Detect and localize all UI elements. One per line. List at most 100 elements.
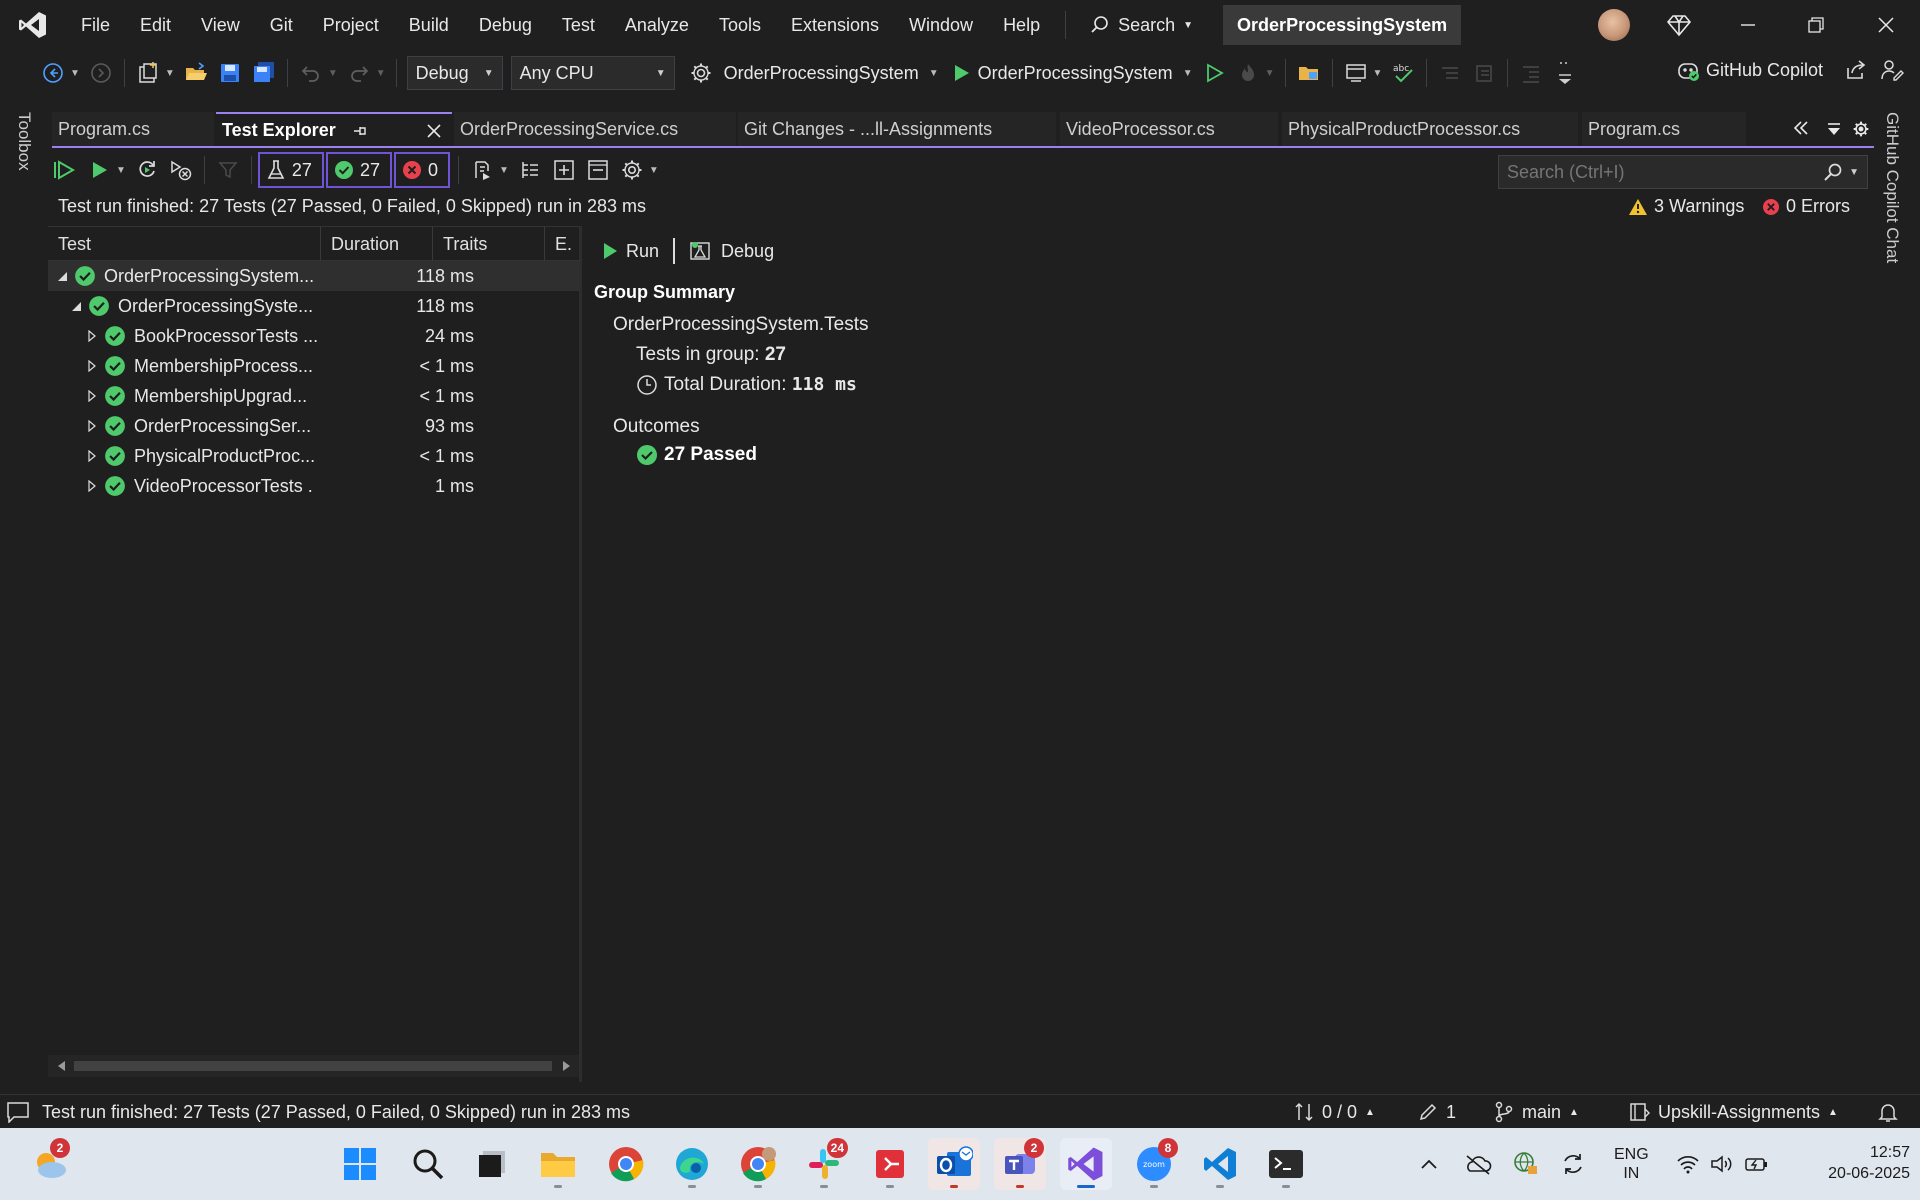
- vpn-tray-icon[interactable]: [1512, 1128, 1540, 1200]
- tree-node-test-class[interactable]: PhysicalProductProc... < 1 ms: [48, 441, 579, 471]
- tab-program-cs[interactable]: Program.cs: [52, 112, 214, 146]
- scroll-left-arrow-icon[interactable]: [56, 1060, 66, 1072]
- taskbar-weather-widget[interactable]: 2: [24, 1138, 76, 1190]
- tab-program-cs-2[interactable]: Program.cs: [1582, 112, 1746, 146]
- save-button[interactable]: [216, 57, 244, 89]
- collapsed-triangle-icon[interactable]: [84, 480, 100, 492]
- sync-tray-icon[interactable]: [1560, 1128, 1586, 1200]
- tree-node-test-class[interactable]: MembershipUpgrad... < 1 ms: [48, 381, 579, 411]
- run-group-button[interactable]: Run: [602, 241, 659, 262]
- tab-video-processor-cs[interactable]: VideoProcessor.cs: [1060, 112, 1278, 146]
- run-target-label[interactable]: OrderProcessingSystem: [978, 63, 1173, 84]
- chevron-down-icon[interactable]: ▼: [1265, 68, 1275, 79]
- tree-horizontal-scrollbar[interactable]: [48, 1055, 579, 1077]
- navigate-forward-button[interactable]: [87, 57, 115, 89]
- toolbar-overflow-button[interactable]: [1551, 57, 1579, 89]
- expanded-triangle-icon[interactable]: [68, 300, 84, 312]
- scrollbar-thumb[interactable]: [74, 1061, 552, 1071]
- collapsed-triangle-icon[interactable]: [84, 330, 100, 342]
- taskbar-teams[interactable]: 2: [994, 1138, 1046, 1190]
- feedback-button[interactable]: [1880, 58, 1904, 82]
- startup-project-select[interactable]: OrderProcessingSystem: [724, 63, 919, 84]
- chevron-down-icon[interactable]: ▼: [499, 165, 509, 176]
- comment-button[interactable]: [1436, 57, 1464, 89]
- chevron-down-icon[interactable]: ▼: [1849, 167, 1859, 178]
- passed-tests-counter[interactable]: 27: [325, 152, 392, 188]
- tree-node-test-class[interactable]: VideoProcessorTests . 1 ms: [48, 471, 579, 501]
- git-repository-status[interactable]: Upskill-Assignments ▲: [1628, 1095, 1838, 1129]
- cancel-run-button[interactable]: [167, 154, 195, 186]
- taskbar-file-explorer[interactable]: [532, 1138, 584, 1190]
- debug-group-button[interactable]: Debug: [689, 240, 774, 262]
- taskbar-search-button[interactable]: [402, 1138, 454, 1190]
- input-language-indicator[interactable]: ENG IN: [1614, 1128, 1649, 1200]
- failed-tests-counter[interactable]: 0: [393, 152, 450, 188]
- git-sync-status[interactable]: 0 / 0 ▲: [1294, 1095, 1375, 1129]
- search-icon[interactable]: [1823, 162, 1843, 182]
- menu-window[interactable]: Window: [894, 0, 988, 50]
- taskbar-task-view-button[interactable]: [466, 1138, 518, 1190]
- run-tests-button[interactable]: [85, 154, 113, 186]
- share-button[interactable]: [1844, 58, 1868, 82]
- start-debugging-button[interactable]: [947, 57, 975, 89]
- collapsed-triangle-icon[interactable]: [84, 420, 100, 432]
- pin-icon[interactable]: [352, 114, 368, 146]
- undo-button[interactable]: [297, 57, 325, 89]
- menu-edit[interactable]: Edit: [125, 0, 186, 50]
- chevron-down-icon[interactable]: ▼: [929, 68, 939, 79]
- close-icon[interactable]: [426, 114, 442, 146]
- notifications-button[interactable]: [1878, 1095, 1898, 1129]
- group-by-button[interactable]: [516, 154, 544, 186]
- pending-changes-status[interactable]: 1: [1418, 1095, 1456, 1129]
- tree-node-test-namespace[interactable]: OrderProcessingSyste... 118 ms: [48, 291, 579, 321]
- expand-all-button[interactable]: [550, 154, 578, 186]
- open-file-button[interactable]: [182, 57, 210, 89]
- taskbar-visual-studio[interactable]: [1060, 1138, 1112, 1190]
- copilot-chat-side-tab[interactable]: GitHub Copilot Chat: [1882, 112, 1902, 263]
- chevron-down-icon[interactable]: ▼: [376, 68, 386, 79]
- menu-help[interactable]: Help: [988, 0, 1055, 50]
- quick-settings-button[interactable]: [1676, 1128, 1770, 1200]
- taskbar-chrome[interactable]: [600, 1138, 652, 1190]
- taskbar-vscode[interactable]: [1194, 1138, 1246, 1190]
- menu-build[interactable]: Build: [394, 0, 464, 50]
- taskbar-slack[interactable]: 24: [798, 1138, 850, 1190]
- taskbar-terminal[interactable]: [1260, 1138, 1312, 1190]
- tab-git-changes[interactable]: Git Changes - ...ll-Assignments: [738, 112, 1056, 146]
- menu-project[interactable]: Project: [308, 0, 394, 50]
- save-all-button[interactable]: [250, 57, 278, 89]
- chevron-down-icon[interactable]: ▼: [328, 68, 338, 79]
- errors-indicator[interactable]: 0 Errors: [1762, 196, 1850, 217]
- minimize-button[interactable]: [1718, 0, 1778, 50]
- playlist-button[interactable]: [468, 154, 496, 186]
- chevron-down-icon[interactable]: ▼: [1373, 68, 1383, 79]
- menu-test[interactable]: Test: [547, 0, 610, 50]
- warnings-indicator[interactable]: 3 Warnings: [1628, 196, 1744, 217]
- spell-check-button[interactable]: abc: [1389, 57, 1417, 89]
- tree-node-test-class[interactable]: BookProcessorTests ... 24 ms: [48, 321, 579, 351]
- indent-button[interactable]: [1517, 57, 1545, 89]
- total-tests-counter[interactable]: 27: [257, 152, 324, 188]
- chevron-down-icon[interactable]: ▼: [70, 68, 80, 79]
- github-copilot-button[interactable]: GitHub Copilot: [1676, 58, 1823, 82]
- menu-debug[interactable]: Debug: [464, 0, 547, 50]
- collapsed-triangle-icon[interactable]: [84, 390, 100, 402]
- taskbar-outlook[interactable]: [928, 1138, 980, 1190]
- new-project-button[interactable]: [134, 57, 162, 89]
- collapse-all-button[interactable]: [584, 154, 612, 186]
- collapsed-triangle-icon[interactable]: [84, 360, 100, 372]
- uncomment-button[interactable]: [1470, 57, 1498, 89]
- taskbar-chrome-profile[interactable]: [732, 1138, 784, 1190]
- tree-node-test-class[interactable]: MembershipProcess... < 1 ms: [48, 351, 579, 381]
- show-hidden-icons-button[interactable]: [1420, 1128, 1438, 1200]
- chevron-down-icon[interactable]: ▼: [1183, 68, 1193, 79]
- layout-button[interactable]: [1342, 57, 1370, 89]
- tab-list-dropdown-icon[interactable]: [1826, 121, 1842, 137]
- restore-button[interactable]: [1786, 0, 1846, 50]
- test-settings-button[interactable]: [618, 154, 646, 186]
- onedrive-tray-icon[interactable]: [1464, 1128, 1492, 1200]
- scroll-tabs-left-icon[interactable]: [1792, 120, 1810, 136]
- user-avatar[interactable]: [1598, 9, 1630, 41]
- taskbar-edge[interactable]: [666, 1138, 718, 1190]
- tree-node-test-class[interactable]: OrderProcessingSer... 93 ms: [48, 411, 579, 441]
